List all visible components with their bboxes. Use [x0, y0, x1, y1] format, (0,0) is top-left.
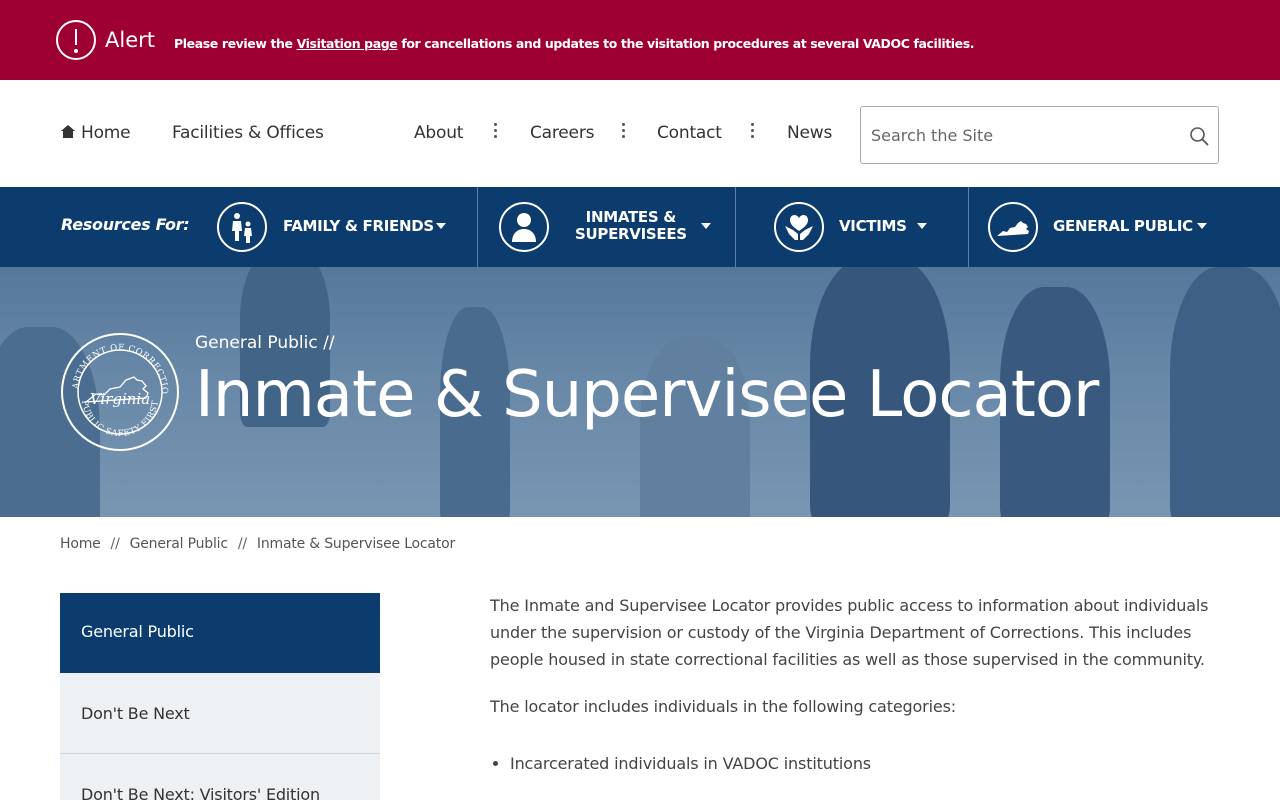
resource-inmates-supervisees[interactable]: INMATES & SUPERVISEES	[499, 187, 735, 267]
alert-banner: Alert Please review the Visitation page …	[0, 0, 1280, 80]
hero-parent-label: General Public	[195, 333, 318, 353]
breadcrumb-general-public-link[interactable]: General Public	[130, 536, 228, 552]
breadcrumb-separator: //	[110, 536, 120, 552]
top-navigation: Home Facilities & Offices About Careers …	[0, 80, 1280, 187]
resource-family-label: FAMILY & FRIENDS	[283, 217, 434, 235]
chevron-down-icon	[1197, 223, 1207, 229]
nav-home-link[interactable]: Home	[61, 122, 131, 144]
resources-divider	[968, 187, 969, 267]
search-input[interactable]	[871, 123, 1171, 147]
resource-general-public-label: GENERAL PUBLIC	[1053, 217, 1193, 235]
resource-inmates-label-line1: INMATES &	[585, 208, 677, 226]
svg-text:DEPARTMENT OF CORRECTIONS: DEPARTMENT OF CORRECTIONS	[60, 332, 169, 395]
resource-victims[interactable]: VICTIMS	[774, 187, 968, 267]
alert-text-before: Please review the	[174, 36, 297, 51]
resources-divider	[735, 187, 736, 267]
page-title: Inmate & Supervisee Locator	[195, 358, 1099, 432]
list-item: Incarcerated individuals in VADOC instit…	[510, 750, 1210, 777]
alert-title: Alert	[105, 28, 155, 52]
breadcrumb-separator: //	[237, 536, 247, 552]
nav-facilities-link[interactable]: Facilities & Offices	[172, 122, 324, 144]
home-icon	[61, 125, 75, 139]
nav-contact-link[interactable]: Contact	[657, 122, 722, 144]
resource-inmates-label: INMATES & SUPERVISEES	[575, 209, 687, 243]
alert-message: Please review the Visitation page for ca…	[174, 36, 975, 52]
resource-inmates-label-line2: SUPERVISEES	[575, 225, 687, 243]
alert-icon	[56, 20, 96, 60]
chevron-down-icon	[701, 223, 711, 229]
sidebar-item-dont-be-next-visitors[interactable]: Don't Be Next: Visitors' Edition	[60, 754, 380, 800]
nav-separator	[494, 123, 497, 139]
hero-banner: DEPARTMENT OF CORRECTIONS PUBLIC SAFETY …	[0, 267, 1280, 517]
family-icon	[217, 202, 267, 252]
nav-news-link[interactable]: News	[787, 122, 832, 144]
visitation-page-link[interactable]: Visitation page	[297, 36, 398, 51]
breadcrumb: Home // General Public // Inmate & Supervise…	[60, 536, 455, 552]
nav-careers-link[interactable]: Careers	[530, 122, 594, 144]
breadcrumb-current: Inmate & Supervisee Locator	[256, 536, 456, 552]
alert-text-after: for cancellations and updates to the vis…	[397, 36, 975, 51]
nav-separator	[751, 123, 754, 139]
resources-label: Resources For:	[61, 215, 190, 234]
main-content: The Inmate and Supervisee Locator provid…	[490, 592, 1210, 777]
vadoc-seal-logo: DEPARTMENT OF CORRECTIONS PUBLIC SAFETY …	[56, 325, 180, 452]
nav-home-label: Home	[81, 123, 131, 143]
nav-separator	[622, 123, 625, 139]
chevron-down-icon	[436, 223, 446, 229]
sidebar-item-dont-be-next[interactable]: Don't Be Next	[60, 673, 380, 754]
heart-hands-icon	[774, 202, 824, 252]
chevron-down-icon	[917, 223, 927, 229]
resources-divider	[477, 187, 478, 267]
hero-parent-separator: //	[323, 333, 335, 353]
nav-about-link[interactable]: About	[414, 122, 463, 144]
resource-family-friends[interactable]: FAMILY & FRIENDS	[217, 187, 477, 267]
search-icon[interactable]	[1189, 126, 1209, 146]
sidebar-item-general-public[interactable]: General Public	[60, 593, 380, 673]
resources-bar: Resources For: FAMILY & FRIENDS INMATES …	[0, 187, 1280, 267]
resource-general-public[interactable]: GENERAL PUBLIC	[988, 187, 1228, 267]
categories-list: Incarcerated individuals in VADOC instit…	[490, 750, 1210, 777]
resource-victims-label: VICTIMS	[839, 217, 907, 235]
search-box	[860, 106, 1219, 164]
svg-text:Virginia: Virginia	[90, 390, 150, 408]
sidebar-nav: General Public Don't Be Next Don't Be Ne…	[60, 593, 380, 800]
person-icon	[499, 202, 549, 252]
breadcrumb-home-link[interactable]: Home	[60, 536, 101, 552]
categories-intro: The locator includes individuals in the …	[490, 697, 957, 716]
hero-parent-link[interactable]: General Public //	[195, 333, 335, 353]
virginia-state-icon	[988, 202, 1038, 252]
intro-paragraph: The Inmate and Supervisee Locator provid…	[490, 596, 1209, 669]
